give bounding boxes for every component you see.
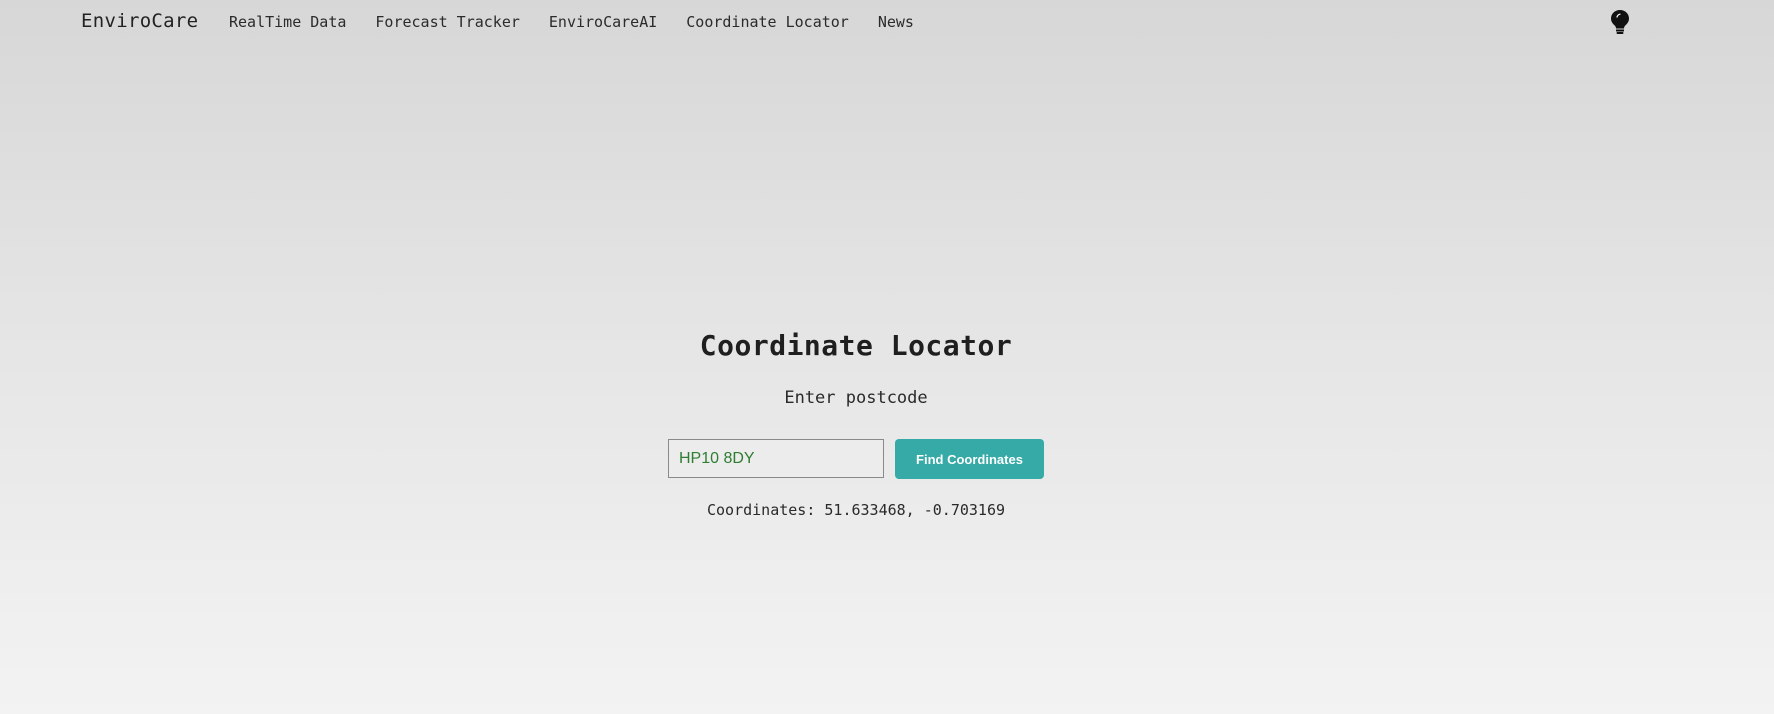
main-content: Coordinate Locator Enter postcode Find C… (0, 0, 1774, 714)
coordinates-result: Coordinates: 51.633468, -0.703169 (706, 501, 1005, 519)
postcode-prompt: Enter postcode (784, 388, 928, 408)
postcode-input[interactable] (668, 439, 884, 478)
find-coordinates-button[interactable]: Find Coordinates (895, 439, 1044, 479)
page-title: Coordinate Locator (699, 329, 1013, 362)
